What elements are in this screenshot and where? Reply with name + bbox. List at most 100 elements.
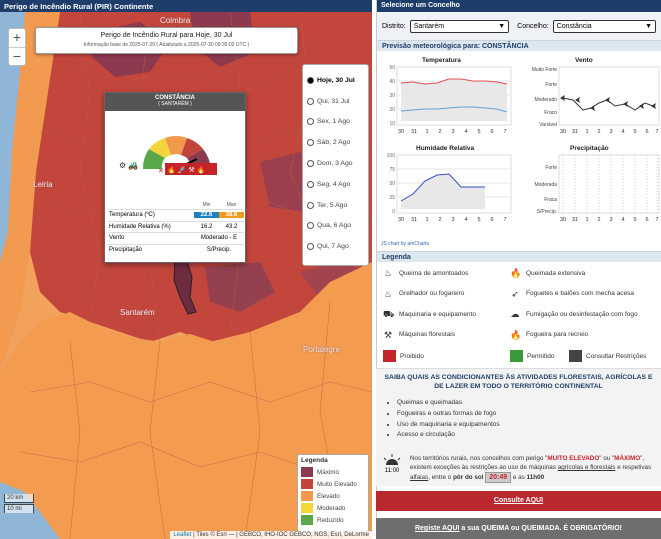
svg-text:3: 3 bbox=[609, 129, 612, 135]
svg-text:Moderada: Moderada bbox=[534, 182, 557, 188]
day-option[interactable]: Qui, 31 Jul bbox=[303, 91, 368, 112]
precipitation-chart-title: Precipitação bbox=[570, 145, 609, 152]
fire-risk-map[interactable]: + − Coimbra Leiria Santarém Portalegre P… bbox=[0, 12, 372, 539]
svg-text:75: 75 bbox=[389, 167, 395, 173]
svg-text:30: 30 bbox=[560, 129, 566, 135]
agricultural-machinery-link[interactable]: agrícolas e florestais bbox=[558, 464, 616, 471]
temperature-max: 38.6 bbox=[219, 212, 244, 219]
status-label: Proibido bbox=[400, 352, 424, 360]
day-option[interactable]: Sex, 1 Ago bbox=[303, 112, 368, 133]
restriction-link[interactable]: Queimas e queimadas bbox=[397, 399, 661, 410]
radio-icon bbox=[307, 180, 314, 188]
svg-text:2: 2 bbox=[438, 129, 441, 135]
activity-label: Queimada extensiva bbox=[526, 269, 586, 277]
zoom-control: + − bbox=[8, 28, 26, 66]
svg-text:31: 31 bbox=[572, 129, 578, 135]
zoom-out-button[interactable]: − bbox=[9, 47, 25, 65]
legend-swatch bbox=[301, 467, 313, 477]
day-option[interactable]: Sáb, 2 Ago bbox=[303, 132, 368, 153]
municipality-select[interactable]: Constância ▼ bbox=[552, 19, 656, 33]
activity-label: Máquinas florestais bbox=[399, 331, 455, 338]
wind-value: Moderado - E bbox=[200, 235, 238, 242]
app-root: Perigo de Incêndio Rural (PIR) Continent… bbox=[0, 0, 661, 539]
day-label: Sáb, 2 Ago bbox=[317, 139, 351, 147]
svg-text:Forte: Forte bbox=[545, 165, 557, 171]
activity-label: Queima de amontoados bbox=[399, 269, 469, 277]
notice-eleven: 11h00 bbox=[526, 474, 545, 481]
svg-text:0: 0 bbox=[392, 209, 395, 215]
legend-item: Elevado bbox=[301, 490, 365, 502]
restrictions-title: SAIBA QUAIS AS CONDICIONANTES ÀS ATIVIDA… bbox=[384, 374, 653, 390]
forecast-title: Perigo de Incêndio Rural para Hoje, 30 J… bbox=[100, 32, 233, 39]
svg-text:5: 5 bbox=[633, 217, 636, 223]
humidity-chart: 100 75 50 25 0 30 31 1 2 3 4 5 6 7 bbox=[387, 153, 512, 223]
restrictions-list: Queimas e queimadas Fogueiras e outras f… bbox=[397, 399, 661, 442]
svg-text:Moderado: Moderado bbox=[534, 97, 557, 103]
municipality-select-value: Constância bbox=[556, 22, 592, 30]
day-option[interactable]: Dom, 3 Ago bbox=[303, 153, 368, 174]
precipitation-value: S/Precip. bbox=[206, 246, 232, 253]
wind-row: Vento Moderado - E bbox=[108, 232, 244, 244]
svg-text:7: 7 bbox=[503, 129, 506, 135]
radio-icon bbox=[307, 118, 314, 126]
svg-text:7: 7 bbox=[655, 129, 658, 135]
status-swatch bbox=[510, 350, 523, 362]
svg-text:1: 1 bbox=[425, 129, 428, 135]
attribution-text: | Tiles © Esri — | GEBCO, IHO-IOC GEBCO,… bbox=[191, 532, 369, 538]
restriction-link[interactable]: Fogueiras e outras formas de fogo bbox=[397, 410, 661, 421]
register-link[interactable]: Registe AQUI bbox=[415, 525, 459, 532]
legend-label: Muito Elevado bbox=[317, 480, 357, 488]
zoom-in-button[interactable]: + bbox=[9, 29, 25, 47]
machinery-exception-notice: Nos territórios rurais, nos concelhos co… bbox=[410, 454, 657, 483]
popup-header: CONSTÂNCIA ( SANTARÉM ) bbox=[105, 93, 245, 111]
notice-text: Nos territórios rurais, nos concelhos co… bbox=[410, 455, 548, 462]
day-label: Qua, 6 Ago bbox=[317, 222, 352, 230]
day-label: Hoje, 30 Jul bbox=[317, 76, 355, 84]
temperature-row: Temperatura (ºC) 22.6 38.6 bbox=[108, 209, 244, 221]
implements-link[interactable]: alfaias bbox=[410, 474, 428, 481]
chart-credit-link[interactable]: JS chart by amCharts bbox=[381, 241, 429, 247]
fumigation-icon: ☁ bbox=[510, 309, 520, 319]
activity-label: Grelhador ou fogareiro bbox=[399, 290, 465, 297]
place-label-portalegre: Portalegre bbox=[303, 345, 340, 354]
radio-icon bbox=[307, 243, 314, 251]
svg-text:1: 1 bbox=[585, 217, 588, 223]
humidity-chart-title: Humidade Relativa bbox=[416, 145, 475, 152]
legend-swatch bbox=[301, 503, 313, 513]
day-label: Dom, 3 Ago bbox=[317, 160, 353, 168]
svg-text:Forte: Forte bbox=[545, 82, 557, 88]
leaflet-link[interactable]: Leaflet bbox=[173, 532, 191, 538]
legend-item: Máximo bbox=[301, 466, 365, 478]
day-option[interactable]: Ter, 5 Ago bbox=[303, 195, 368, 216]
restriction-link[interactable]: Acesso e circulação bbox=[397, 431, 661, 442]
day-option[interactable]: Seg, 4 Ago bbox=[303, 174, 368, 195]
svg-text:3: 3 bbox=[451, 129, 454, 135]
extensive-fire-icon: 🔥 bbox=[510, 268, 522, 278]
sunset-time: 20:49 bbox=[485, 472, 512, 483]
consult-button[interactable]: Consulte AQUI bbox=[376, 491, 661, 511]
svg-text:2: 2 bbox=[438, 217, 441, 223]
district-select[interactable]: Santarém ▼ bbox=[409, 19, 510, 33]
restriction-link[interactable]: Uso de maquinaria e equipamentos bbox=[397, 421, 661, 432]
sun-time: 11:00 bbox=[384, 468, 400, 474]
legend-label: Elevado bbox=[317, 492, 340, 500]
day-option[interactable]: Qua, 6 Ago bbox=[303, 216, 368, 237]
temperature-label: Temperatura (ºC) bbox=[109, 212, 155, 219]
day-option[interactable]: Qui, 7 Ago bbox=[303, 236, 368, 257]
day-label: Seg, 4 Ago bbox=[317, 180, 351, 188]
svg-text:Muito Forte: Muito Forte bbox=[532, 67, 558, 73]
svg-text:4: 4 bbox=[621, 129, 624, 135]
day-option[interactable]: Hoje, 30 Jul bbox=[303, 70, 368, 91]
status-legend-item: Permitido bbox=[510, 350, 554, 362]
svg-text:✕: ✕ bbox=[158, 168, 164, 175]
svg-text:1: 1 bbox=[585, 129, 588, 135]
svg-text:2: 2 bbox=[597, 217, 600, 223]
map-legend-items: Máximo Muito Elevado Elevado Moderado Reduzi… bbox=[301, 466, 365, 526]
svg-text:31: 31 bbox=[411, 217, 417, 223]
notice-text: , entre o bbox=[428, 474, 454, 481]
place-label-coimbra: Coimbra bbox=[160, 16, 191, 25]
svg-text:50: 50 bbox=[389, 65, 395, 71]
map-panel-title: Perigo de Incêndio Rural (PIR) Continent… bbox=[0, 0, 372, 12]
grill-icon: ♨ bbox=[383, 288, 393, 299]
legend-label: Máximo bbox=[317, 468, 340, 476]
